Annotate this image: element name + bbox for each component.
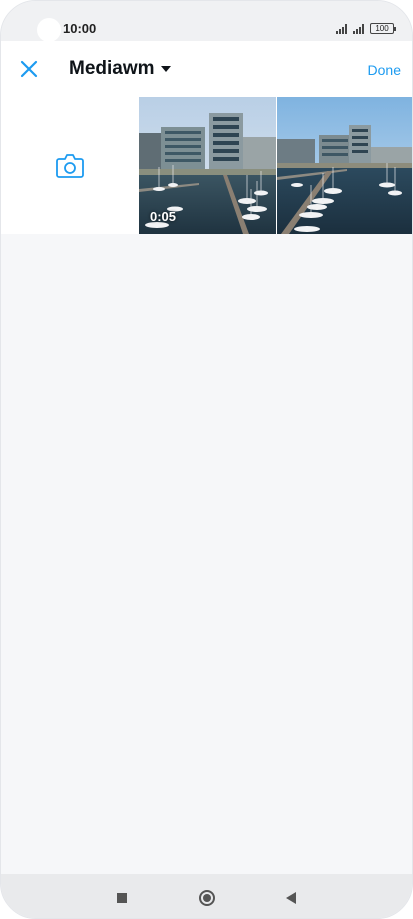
system-nav-bar [1,874,412,918]
camera-icon [55,153,84,178]
media-thumbnail-image[interactable] [277,97,412,234]
battery-icon: 100 [370,23,396,34]
media-thumbnail-video[interactable]: 0:05 [139,97,276,234]
status-bar: 10:00 100 [1,1,412,42]
back-icon[interactable] [286,892,296,904]
signal-icon [336,23,347,34]
front-camera [37,18,61,42]
signal-icon [353,23,364,34]
album-selector[interactable]: Mediawm [69,58,171,80]
recents-icon[interactable] [117,893,127,903]
caret-down-icon [160,66,171,72]
close-icon [20,60,38,78]
video-duration: 0:05 [150,209,177,224]
home-icon[interactable] [199,890,215,906]
done-button[interactable]: Done [368,62,401,78]
status-time: 10:00 [63,21,97,36]
album-title: Mediawm [69,58,155,79]
harbor-photo-thumbnail [277,97,412,234]
camera-capture-tile[interactable] [1,97,138,234]
status-icons: 100 [336,23,396,34]
close-button[interactable] [17,57,41,81]
media-grid: 0:05 [1,97,412,234]
phone-screen: 10:00 100 Mediawm Done 0:05 [0,0,413,919]
media-picker-header: Mediawm Done [1,41,412,97]
